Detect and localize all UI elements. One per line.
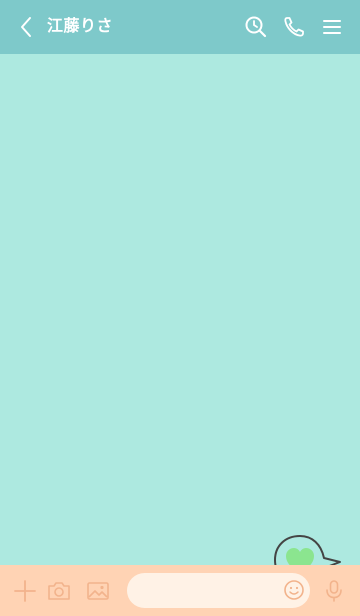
camera-icon[interactable] bbox=[46, 578, 72, 604]
emoji-icon[interactable] bbox=[282, 578, 306, 602]
plus-icon[interactable] bbox=[12, 578, 38, 604]
image-icon[interactable] bbox=[85, 578, 111, 604]
message-input-bar bbox=[0, 565, 360, 616]
chat-header: 江藤りさ bbox=[0, 0, 360, 54]
back-arrow-icon[interactable] bbox=[14, 14, 40, 40]
phone-icon[interactable] bbox=[281, 14, 307, 40]
search-clock-icon[interactable] bbox=[243, 14, 269, 40]
chat-area bbox=[0, 54, 360, 585]
chat-title: 江藤りさ bbox=[47, 16, 114, 35]
hamburger-menu-icon[interactable] bbox=[319, 14, 345, 40]
microphone-icon[interactable] bbox=[321, 578, 347, 604]
